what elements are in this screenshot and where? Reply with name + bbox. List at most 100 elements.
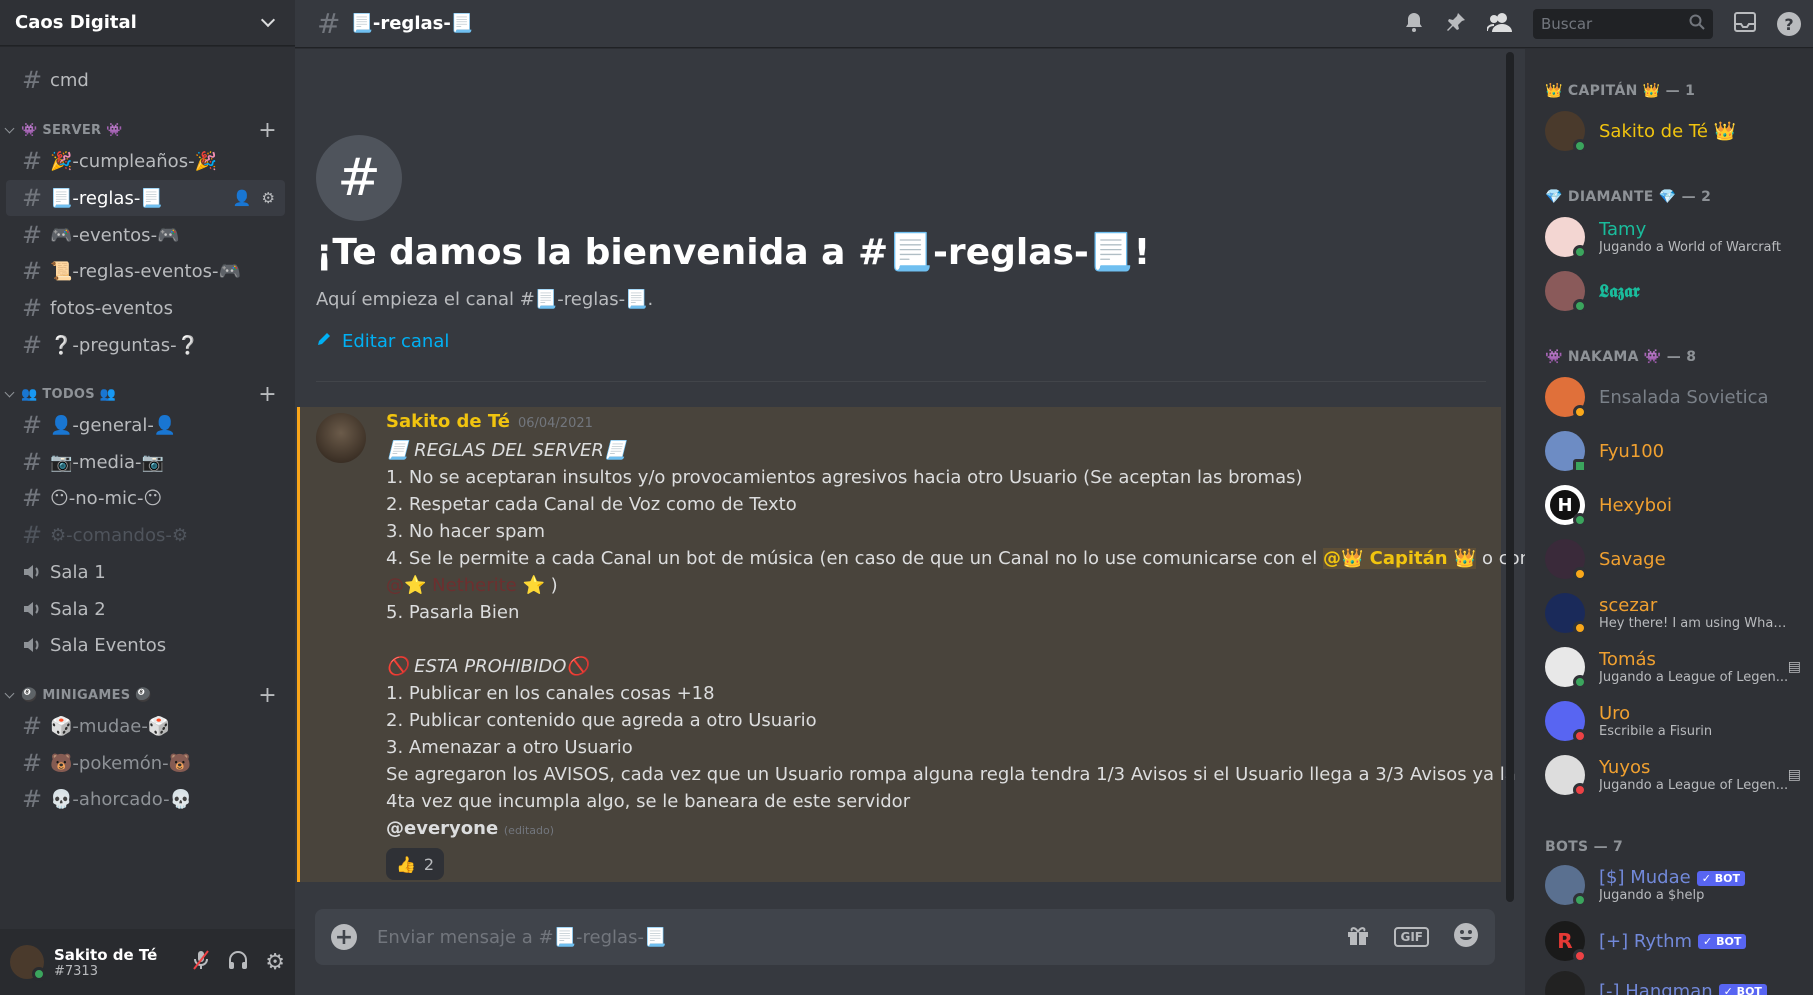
channel-comandos[interactable]: # ⚙-comandos-⚙ — [6, 517, 285, 553]
member-lazar[interactable]: 𝕷𝖆𝖟𝖆𝖗 — [1545, 269, 1803, 313]
member-name: Savage — [1599, 548, 1666, 570]
member-fyu100[interactable]: Fyu100 — [1545, 429, 1803, 473]
voice-channel-sala-eventos[interactable]: Sala Eventos — [6, 627, 285, 663]
mobile-status-icon — [1573, 459, 1587, 473]
upload-plus-icon[interactable]: + — [331, 924, 357, 950]
member-avatar — [1545, 593, 1587, 635]
member-yuyos[interactable]: Yuyos Jugando a League of Legen... ▤ — [1545, 753, 1803, 797]
message-line: 📃 REGLAS DEL SERVER📃 — [386, 440, 627, 461]
message[interactable]: Sakito de Té 06/04/2021 📃 REGLAS DEL SERV… — [297, 407, 1531, 882]
members-icon[interactable] — [1486, 11, 1513, 37]
channel-ahorcado[interactable]: # 💀-ahorcado-💀 — [6, 781, 285, 817]
member-scezar[interactable]: scezar Hey there! I am using WhatsA... — [1545, 591, 1803, 635]
message-line: @everyone (editado) — [386, 815, 1426, 842]
edit-channel-link[interactable]: Editar canal — [316, 331, 449, 352]
chevron-down-icon — [4, 387, 15, 397]
channel-fotos-eventos[interactable]: # fotos-eventos — [6, 290, 285, 326]
message-line: 2. Respetar cada Canal de Voz como de Te… — [386, 494, 797, 515]
emoji-icon[interactable] — [1453, 922, 1479, 952]
member-uro[interactable]: Uro Escribile a Fisurin — [1545, 699, 1803, 743]
channel-no-mic[interactable]: # 😶-no-mic-😶 — [6, 480, 285, 516]
hash-icon: # — [21, 184, 43, 212]
channel-reglas[interactable]: # 📃-reglas-📃 👤 ⚙ — [6, 180, 285, 216]
message-text: o con — [1476, 548, 1532, 569]
channel-title: 📃-reglas-📃 — [350, 13, 474, 34]
reaction[interactable]: 👍 2 — [386, 848, 445, 880]
member-sakito[interactable]: Sakito de Té 👑 — [1545, 109, 1803, 153]
channel-eventos[interactable]: # 🎮-eventos-🎮 — [6, 217, 285, 253]
gift-icon[interactable] — [1346, 924, 1370, 950]
message-timestamp: 06/04/2021 — [517, 416, 593, 431]
member-mudae[interactable]: [$] Mudae ✓ BOT Jugando a $help — [1545, 863, 1803, 907]
channel-list: # cmd 👾 SERVER 👾 + # 🎉-cumpleaños-🎉 # 📃-… — [0, 48, 295, 929]
channel-reglas-eventos[interactable]: # 📜-reglas-eventos-🎮 — [6, 253, 285, 289]
member-activity: Hey there! I am using WhatsA... — [1599, 616, 1789, 631]
channel-pokemon[interactable]: # 🐻-pokemón-🐻 — [6, 745, 285, 781]
speaker-icon — [18, 600, 46, 618]
add-channel-icon[interactable]: + — [258, 118, 277, 143]
search-placeholder: Buscar — [1541, 15, 1593, 33]
muted-microphone-icon[interactable] — [191, 949, 211, 975]
channel-media[interactable]: # 📷-media-📷 — [6, 444, 285, 480]
dnd-status-icon — [1573, 729, 1587, 743]
voice-channel-sala-2[interactable]: Sala 2 — [6, 591, 285, 627]
user-avatar[interactable] — [10, 945, 46, 981]
voice-channel-sala-1[interactable]: Sala 1 — [6, 554, 285, 590]
channel-label: 🎮-eventos-🎮 — [50, 224, 180, 246]
member-hexyboi[interactable]: H Hexyboi — [1545, 483, 1803, 527]
channel-hash-icon: # — [316, 135, 402, 221]
hash-icon: # — [21, 294, 43, 322]
channel-general[interactable]: # 👤-general-👤 — [6, 407, 285, 443]
message-author[interactable]: Sakito de Té — [386, 411, 510, 432]
invite-icon[interactable]: 👤 — [233, 189, 252, 207]
channel-cmd[interactable]: # cmd — [6, 62, 285, 98]
gear-icon[interactable]: ⚙ — [265, 950, 285, 975]
message-input[interactable]: + Enviar mensaje a #📃-reglas-📃 GIF — [315, 909, 1495, 965]
gear-icon[interactable]: ⚙ — [262, 189, 275, 207]
category-todos[interactable]: 👥 TODOS 👥 + — [0, 382, 277, 407]
online-status-icon — [1573, 245, 1587, 259]
search-input[interactable]: Buscar — [1533, 9, 1713, 39]
author-avatar[interactable] — [316, 413, 366, 463]
member-tomas[interactable]: Tomás Jugando a League of Legen... ▤ — [1545, 645, 1803, 689]
server-header[interactable]: Caos Digital — [0, 0, 295, 46]
add-channel-icon[interactable]: + — [258, 683, 277, 708]
message-line: 🚫 ESTA PROHIBIDO🚫 — [386, 656, 589, 677]
member-avatar — [1545, 865, 1587, 907]
channel-label: Sala 2 — [50, 598, 106, 620]
member-ensalada[interactable]: Ensalada Sovietica — [1545, 375, 1803, 419]
chat-scrollbar[interactable] — [1506, 52, 1514, 902]
divider — [316, 381, 1486, 382]
headphones-icon[interactable] — [227, 950, 249, 974]
channel-cumpleanos[interactable]: # 🎉-cumpleaños-🎉 — [6, 143, 285, 179]
member-rythm[interactable]: R [+] Rythm ✓ BOT — [1545, 919, 1803, 963]
inbox-icon[interactable] — [1733, 11, 1757, 37]
member-name: Hexyboi — [1599, 494, 1673, 516]
member-avatar: H — [1545, 485, 1587, 527]
everyone-mention[interactable]: @everyone — [386, 818, 498, 839]
member-name: Sakito de Té 👑 — [1599, 120, 1737, 142]
channel-label: 🎲-mudae-🎲 — [50, 715, 171, 737]
member-savage[interactable]: Savage — [1545, 537, 1803, 581]
role-mention-netherite[interactable]: @⭐ Netherite ⭐ — [386, 575, 545, 596]
role-header-nakama: 👾 NAKAMA 👾 — 8 — [1545, 349, 1697, 365]
category-icon: 👥 — [21, 386, 43, 402]
bell-icon[interactable] — [1403, 11, 1425, 37]
add-channel-icon[interactable]: + — [258, 382, 277, 407]
role-mention-capitan[interactable]: @👑 Capitán 👑 — [1322, 548, 1477, 569]
gif-icon[interactable]: GIF — [1394, 927, 1429, 947]
member-avatar — [1545, 111, 1587, 153]
channel-preguntas[interactable]: # ❔-preguntas-❔ — [6, 327, 285, 363]
user-tag: #7313 — [54, 963, 98, 979]
channel-mudae[interactable]: # 🎲-mudae-🎲 — [6, 708, 285, 744]
pin-icon[interactable] — [1445, 11, 1467, 37]
member-hangman[interactable]: [-] Hangman ✓ BOT — [1545, 969, 1803, 995]
online-status-icon — [1573, 299, 1587, 313]
member-tamy[interactable]: Tamy Jugando a World of Warcraft — [1545, 215, 1803, 259]
category-server[interactable]: 👾 SERVER 👾 + — [0, 118, 277, 143]
member-activity: Jugando a World of Warcraft — [1599, 240, 1781, 255]
message-line: 3. Amenazar a otro Usuario — [386, 737, 633, 758]
category-minigames[interactable]: 🎱 MINIGAMES 🎱 + — [0, 683, 277, 708]
member-avatar — [1545, 539, 1587, 581]
help-icon[interactable]: ? — [1777, 12, 1801, 36]
